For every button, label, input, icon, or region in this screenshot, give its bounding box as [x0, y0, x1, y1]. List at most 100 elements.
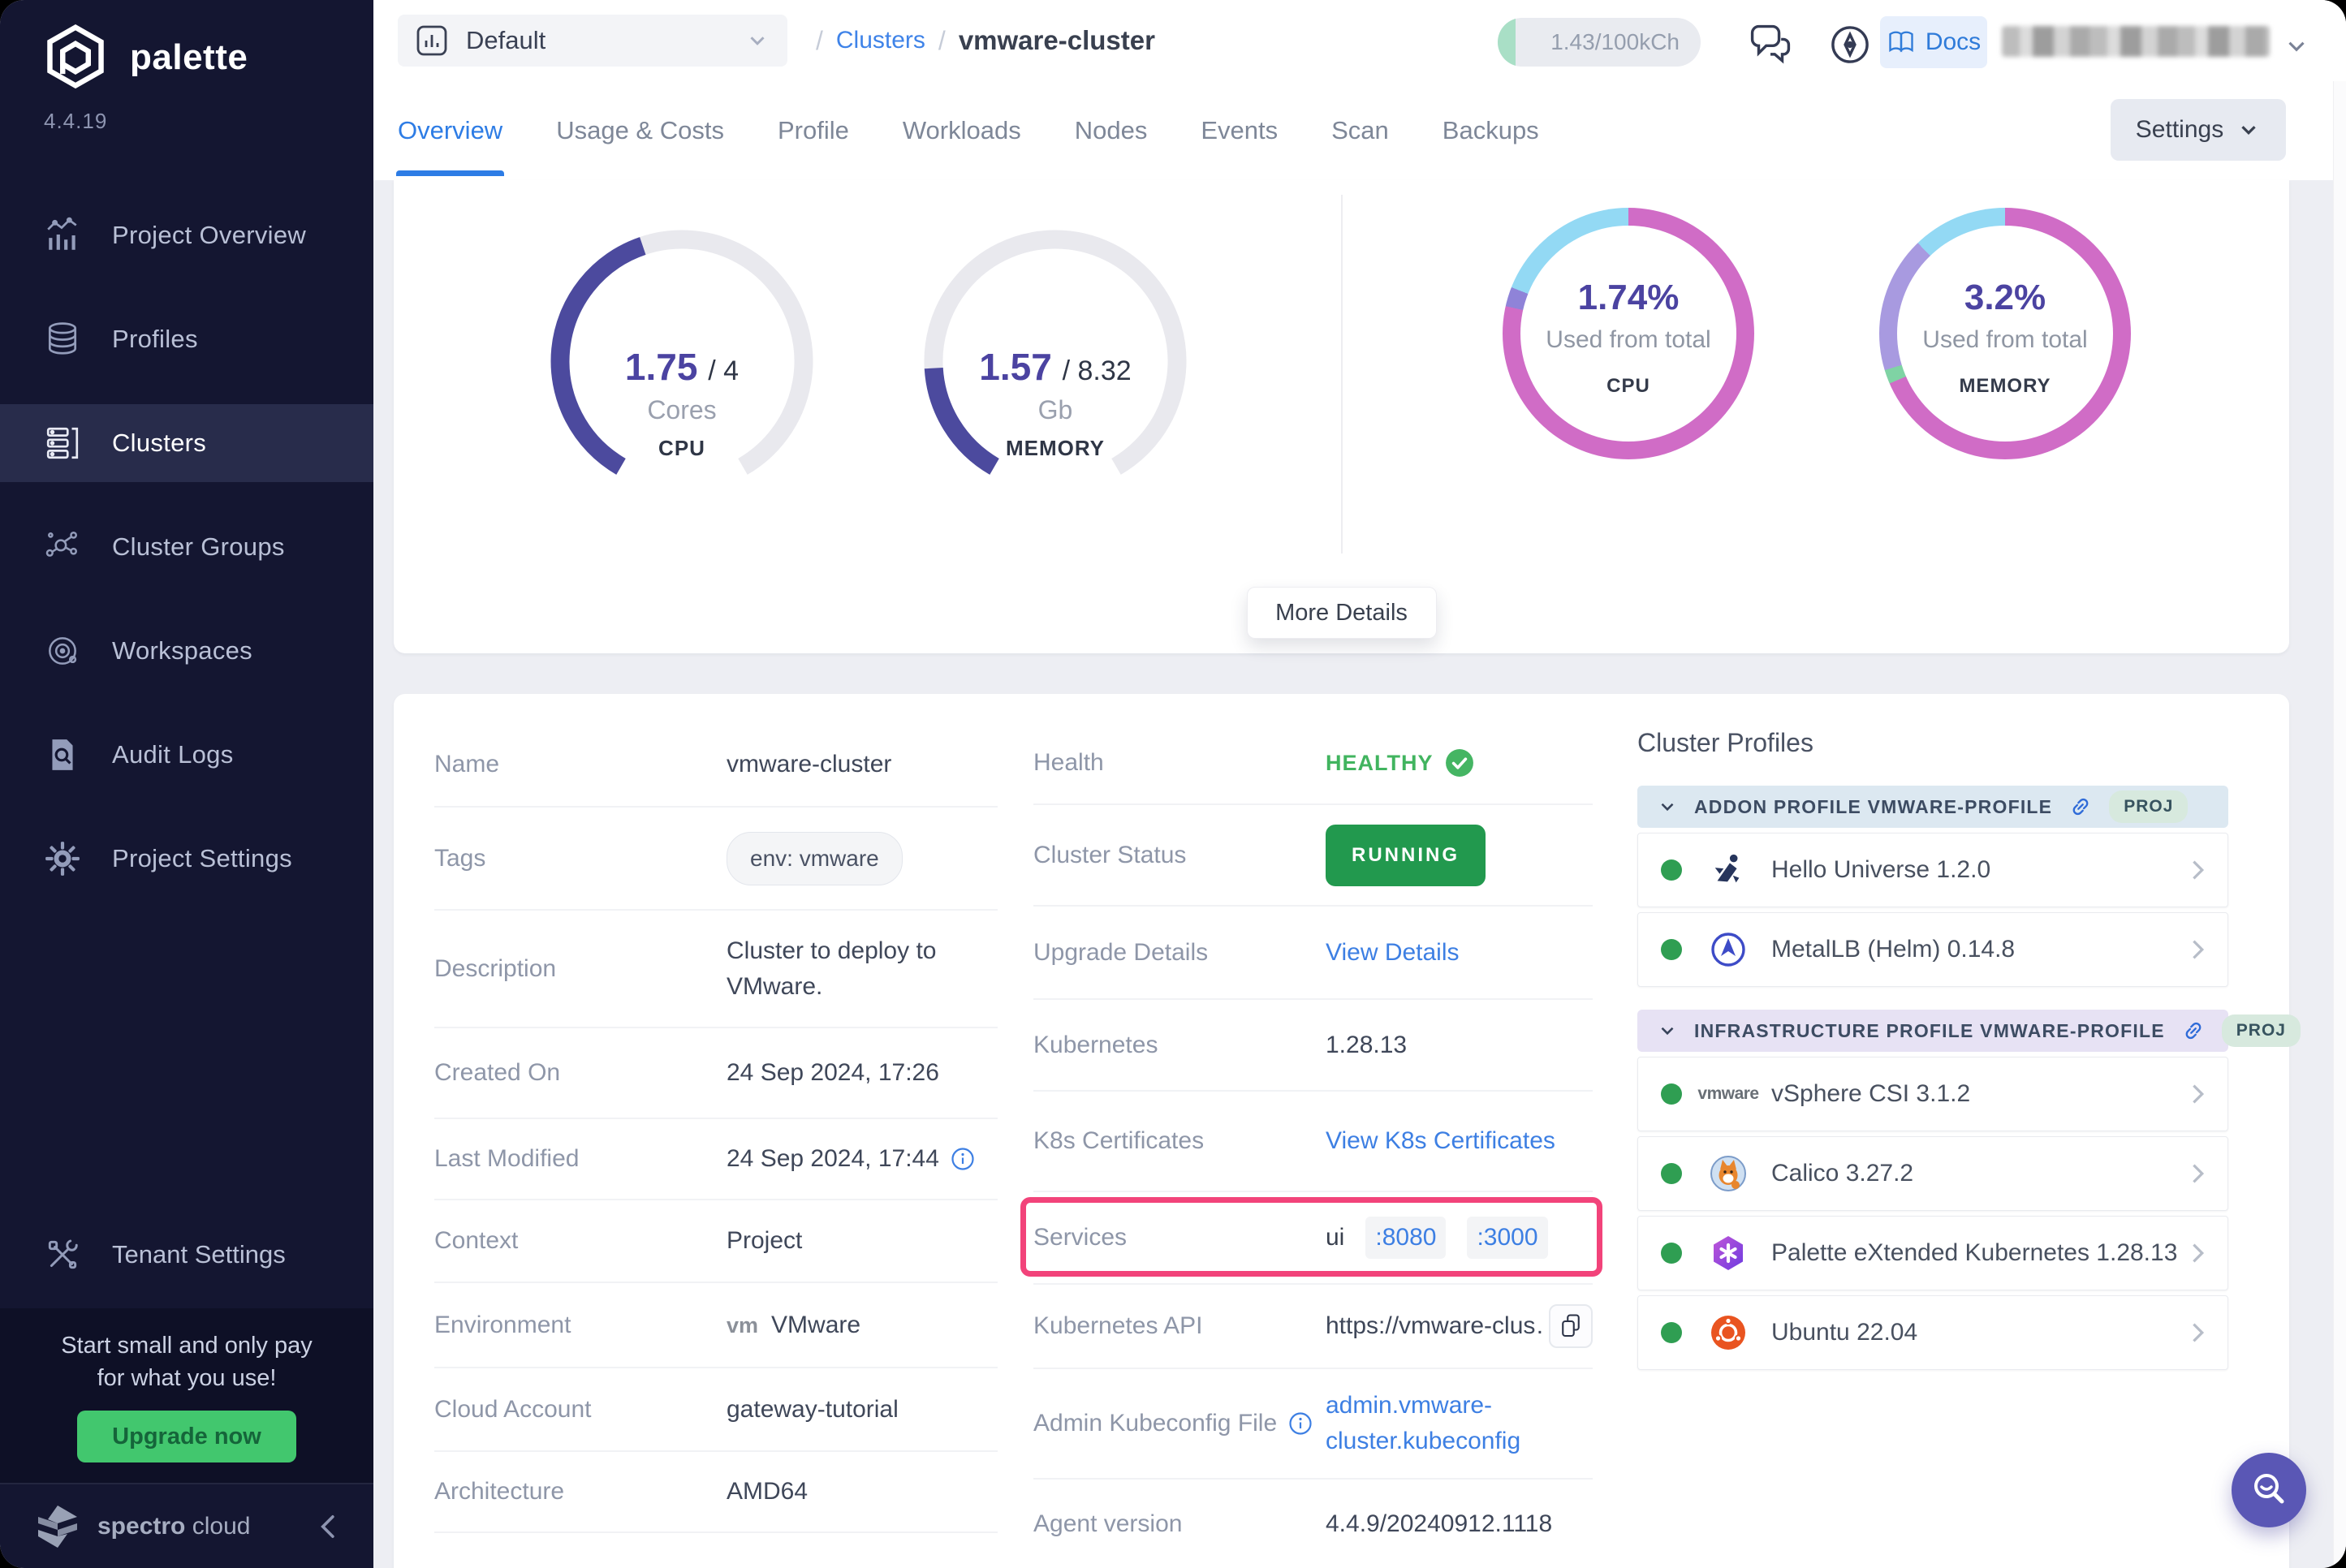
copy-button[interactable]	[1549, 1304, 1593, 1348]
service-port-3000-link[interactable]: :3000	[1467, 1217, 1547, 1259]
project-settings-icon	[44, 840, 81, 877]
page-title: vmware-cluster	[959, 25, 1155, 56]
brand-name: palette	[130, 37, 248, 78]
compass-icon[interactable]	[1826, 21, 1874, 68]
tab-events[interactable]: Events	[1199, 85, 1279, 176]
sidebar-item-audit-logs[interactable]: Audit Logs	[0, 716, 373, 794]
profile-item-hello-universe[interactable]: Hello Universe 1.2.0	[1637, 833, 2228, 907]
search-help-fab[interactable]	[2232, 1453, 2306, 1527]
app-window: palette 4.4.19 Project Overview Profiles	[0, 0, 2346, 1568]
profile-item-metallb[interactable]: MetalLB (Helm) 0.14.8	[1637, 912, 2228, 987]
detail-row-admin-kubeconfig: Admin Kubeconfig File admin.vmware-clust…	[1033, 1369, 1593, 1480]
tab-profile[interactable]: Profile	[776, 85, 851, 176]
chevron-down-icon	[1657, 796, 1678, 817]
book-icon	[1887, 28, 1916, 57]
more-details-button[interactable]: More Details	[1247, 587, 1437, 639]
sidebar-item-label: Tenant Settings	[112, 1240, 286, 1269]
magnifier-smile-icon	[2246, 1467, 2292, 1513]
user-menu-chevron-icon[interactable]	[2283, 32, 2310, 60]
project-overview-icon	[44, 217, 81, 254]
sidebar-item-label: Workspaces	[112, 636, 252, 666]
profile-link-icon[interactable]	[2181, 1019, 2206, 1043]
sidebar: palette 4.4.19 Project Overview Profiles	[0, 0, 373, 1568]
sidebar-item-profiles[interactable]: Profiles	[0, 300, 373, 378]
app-version: 4.4.19	[44, 109, 107, 134]
upgrade-now-button[interactable]: Upgrade now	[77, 1411, 296, 1462]
info-icon[interactable]	[1288, 1411, 1313, 1436]
audit-logs-icon	[44, 736, 81, 773]
docs-button[interactable]: Docs	[1880, 16, 1987, 68]
service-port-8080-link[interactable]: :8080	[1365, 1217, 1446, 1259]
tab-backups[interactable]: Backups	[1441, 85, 1541, 176]
spectro-cloud-logo-icon	[32, 1506, 83, 1548]
status-dot	[1661, 1163, 1682, 1184]
usage-quota-value: 1.43/100kCh	[1550, 29, 1680, 55]
copy-icon	[1559, 1312, 1583, 1340]
sidebar-footer: spectro cloud	[0, 1483, 373, 1568]
brand: palette	[41, 23, 248, 93]
pxk-icon	[1700, 1234, 1757, 1273]
detail-row-kubernetes: Kubernetes 1.28.13	[1033, 1000, 1593, 1092]
detail-row-k8s-certificates: K8s Certificates View K8s Certificates	[1033, 1092, 1593, 1192]
usage-quota-pill: 1.43/100kCh	[1498, 18, 1701, 67]
status-dot	[1661, 1322, 1682, 1343]
detail-row-environment: Environment vm VMware	[434, 1283, 998, 1368]
sidebar-item-label: Profiles	[112, 325, 198, 354]
kubeconfig-download-link[interactable]: admin.vmware-cluster.kubeconfig	[1326, 1392, 1520, 1454]
profile-link-icon[interactable]	[2068, 795, 2093, 819]
info-icon[interactable]	[951, 1147, 975, 1171]
detail-row-description: Description Cluster to deploy to VMware.	[434, 911, 998, 1028]
detail-row-architecture: Architecture AMD64	[434, 1452, 998, 1533]
vmware-logo-icon: vmware	[1700, 1084, 1757, 1104]
breadcrumb-clusters-link[interactable]: Clusters	[836, 27, 925, 54]
header: Default / Clusters / vmware-cluster 1.43…	[373, 0, 2346, 180]
sidebar-item-tenant-settings[interactable]: Tenant Settings	[0, 1216, 373, 1294]
sidebar-item-label: Cluster Groups	[112, 532, 285, 562]
check-circle-icon	[1445, 748, 1474, 778]
tab-overview[interactable]: Overview	[396, 85, 504, 176]
project-selector[interactable]: Default	[398, 15, 787, 67]
breadcrumb: / Clusters / vmware-cluster	[816, 15, 1155, 67]
detail-row-cloud-account: Cloud Account gateway-tutorial	[434, 1368, 998, 1452]
profile-item-calico[interactable]: Calico 3.27.2	[1637, 1136, 2228, 1211]
detail-row-agent-version: Agent version 4.4.9/20240912.1118	[1033, 1480, 1593, 1568]
sidebar-item-label: Project Overview	[112, 221, 306, 250]
profile-item-ubuntu[interactable]: Ubuntu 22.04	[1637, 1295, 2228, 1370]
chat-icon[interactable]	[1747, 21, 1794, 68]
settings-button[interactable]: Settings	[2111, 99, 2286, 161]
sidebar-item-clusters[interactable]: Clusters	[0, 404, 373, 482]
view-details-link[interactable]: View Details	[1326, 939, 1460, 966]
details-left-column: Name vmware-cluster Tags env: vmware Des…	[434, 722, 998, 1533]
cluster-profiles-panel: Cluster Profiles ADDON PROFILE VMWARE-PR…	[1637, 728, 2228, 1370]
tab-usage-costs[interactable]: Usage & Costs	[554, 85, 726, 176]
sidebar-nav: Project Overview Profiles Clusters Clust…	[0, 196, 373, 924]
sidebar-item-workspaces[interactable]: Workspaces	[0, 612, 373, 690]
profile-item-vsphere-csi[interactable]: vmware vSphere CSI 3.1.2	[1637, 1057, 2228, 1131]
status-dot	[1661, 939, 1682, 960]
cluster-groups-icon	[44, 528, 81, 566]
detail-row-tags: Tags env: vmware	[434, 808, 998, 911]
addon-profile-header[interactable]: ADDON PROFILE VMWARE-PROFILE PROJ	[1637, 786, 2228, 828]
sidebar-item-cluster-groups[interactable]: Cluster Groups	[0, 508, 373, 586]
sidebar-item-label: Project Settings	[112, 844, 292, 873]
scrollbar-track[interactable]	[2333, 81, 2346, 1568]
sidebar-item-project-overview[interactable]: Project Overview	[0, 196, 373, 274]
detail-row-cluster-status: Cluster Status RUNNING	[1033, 805, 1593, 907]
ubuntu-icon	[1700, 1313, 1757, 1352]
details-mid-column: Health HEALTHY Cluster Status RUNNING Up…	[1033, 722, 1593, 1568]
chevron-down-icon	[2236, 118, 2261, 142]
view-k8s-certificates-link[interactable]: View K8s Certificates	[1326, 1127, 1555, 1154]
tab-workloads[interactable]: Workloads	[901, 85, 1023, 176]
user-name-redacted[interactable]	[2002, 26, 2270, 57]
profile-item-palette-extended-kubernetes[interactable]: Palette eXtended Kubernetes 1.28.13	[1637, 1216, 2228, 1290]
project-chart-icon	[416, 24, 448, 57]
card-divider	[1341, 195, 1343, 554]
cpu-total-donut: 1.74% Used from total CPU	[1503, 208, 1754, 459]
infrastructure-profile-header[interactable]: INFRASTRUCTURE PROFILE VMWARE-PROFILE PR…	[1637, 1010, 2228, 1052]
tab-scan[interactable]: Scan	[1330, 85, 1391, 176]
tab-nodes[interactable]: Nodes	[1073, 85, 1149, 176]
palette-logo-icon	[41, 23, 110, 93]
vmware-vm-icon: vm	[727, 1307, 758, 1343]
sidebar-collapse-icon[interactable]	[317, 1513, 341, 1540]
sidebar-item-project-settings[interactable]: Project Settings	[0, 820, 373, 898]
